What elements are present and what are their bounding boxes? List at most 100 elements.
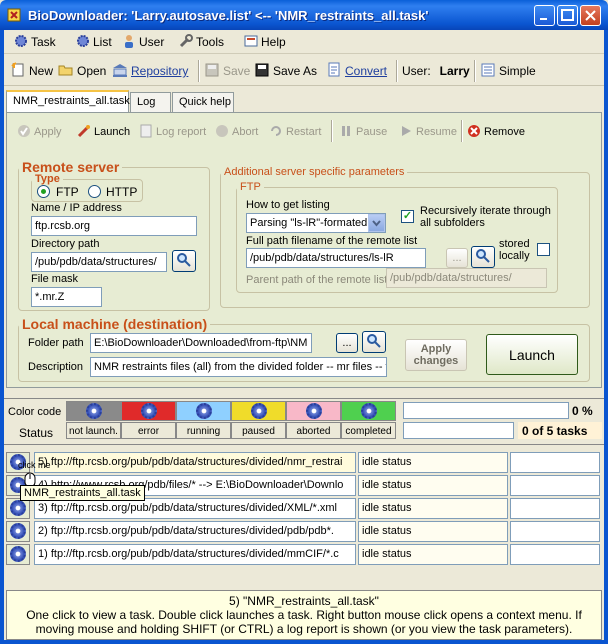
browse-folder-button[interactable]: ... [336, 333, 358, 353]
gear-icon [250, 403, 267, 419]
menu-user[interactable]: User [122, 34, 164, 50]
task-gear-button[interactable] [6, 544, 30, 565]
tab-quick-help[interactable]: Quick help [172, 92, 234, 112]
restart-label: Restart [286, 126, 322, 138]
browse-directory-button[interactable] [172, 250, 196, 272]
abort-label: Abort [232, 126, 259, 138]
description-label: Description [28, 361, 84, 373]
task-status: idle status [358, 521, 508, 542]
local-machine-legend: Local machine (destination) [22, 316, 208, 332]
status-name-label: paused [231, 422, 286, 439]
log-report-button[interactable]: Log report [139, 123, 206, 141]
pause-button[interactable]: Pause [339, 123, 387, 141]
task-row[interactable]: 5) ftp://ftp.rcsb.org/pub/pdb/data/struc… [6, 452, 602, 473]
main-toolbar: New Open Repository Save Save As Convert… [4, 56, 604, 86]
color-code-label: Color code [8, 406, 62, 418]
http-radio-label: HTTP [106, 185, 138, 199]
restart-button[interactable]: Restart [269, 123, 321, 141]
file-mask-label: File mask [31, 273, 79, 285]
name-ip-label: Name / IP address [31, 202, 122, 214]
parent-path-label: Parent path of the remote list [246, 274, 388, 286]
progress-percent: 0 % [572, 404, 593, 418]
task-gear-button[interactable] [6, 498, 30, 519]
task-row[interactable]: 2) ftp://ftp.rcsb.org/pub/pdb/data/struc… [6, 521, 602, 542]
menu-help[interactable]: Help [244, 34, 286, 50]
resume-button[interactable]: Resume [399, 123, 457, 141]
task-title[interactable]: 3) ftp://ftp.rcsb.org/pub/pdb/data/struc… [34, 498, 356, 519]
apply-changes-button[interactable]: Apply changes [405, 339, 467, 371]
search-remote-list-button[interactable] [471, 246, 495, 268]
recursive-label: Recursively iterate through all subfolde… [420, 205, 551, 229]
list-icon [76, 34, 90, 51]
folder-path-input[interactable]: E:\BioDownloader\Downloaded\from-ftp\NM [90, 333, 312, 353]
save-button[interactable]: Save [204, 62, 250, 80]
stored-locally-checkbox[interactable] [537, 243, 550, 256]
help-icon [244, 34, 258, 51]
save-label: Save [223, 64, 251, 78]
task-progress-bar [510, 475, 600, 496]
log-icon [139, 124, 153, 141]
directory-path-input[interactable]: /pub/pdb/data/structures/ [31, 252, 167, 272]
file-mask-input[interactable]: *.mr.Z [31, 287, 102, 307]
color-swatch-completed [341, 401, 396, 421]
close-button[interactable] [580, 5, 601, 26]
launch-toolbar-button[interactable]: Launch [77, 123, 130, 141]
gear-icon [195, 403, 212, 419]
ftp-radio[interactable] [37, 185, 50, 198]
restart-icon [269, 124, 283, 141]
chevron-down-icon[interactable] [368, 214, 385, 232]
task-title[interactable]: 2) ftp://ftp.rcsb.org/pub/pdb/data/struc… [34, 521, 356, 542]
remove-button[interactable]: Remove [467, 123, 525, 141]
browse-remote-list-button[interactable]: ... [446, 248, 468, 268]
gear-icon [10, 500, 26, 516]
type-legend: Type [35, 173, 60, 185]
tasks-progress-bar [403, 422, 514, 439]
menu-task-label: Task [31, 35, 56, 49]
menu-tools[interactable]: Tools [179, 33, 224, 50]
listing-method-select[interactable]: Parsing "ls-lR"-formated [246, 213, 386, 233]
http-radio[interactable] [88, 185, 101, 198]
abort-button[interactable]: Abort [215, 123, 258, 141]
toolbar-separator [198, 60, 200, 82]
title-bar[interactable]: BioDownloader: 'Larry.autosave.list' <--… [0, 0, 608, 30]
task-status: idle status [358, 475, 508, 496]
task-title[interactable]: 1) ftp://ftp.rcsb.org/pub/pdb/data/struc… [34, 544, 356, 565]
open-folder-button[interactable] [362, 331, 386, 353]
task-icon [14, 34, 28, 51]
save-as-button[interactable]: Save As [254, 62, 317, 80]
menu-task[interactable]: Task [14, 34, 56, 50]
status-name-label: completed [341, 422, 396, 439]
task-row[interactable]: 1) ftp://ftp.rcsb.org/pub/pdb/data/struc… [6, 544, 602, 565]
tab-log-label: Log [137, 96, 156, 108]
description-input[interactable]: NMR restraints files (all) from the divi… [90, 357, 387, 377]
color-swatch-aborted [286, 401, 341, 421]
task-gear-button[interactable] [6, 521, 30, 542]
toolbar-separator [331, 120, 333, 142]
task-row[interactable]: 3) ftp://ftp.rcsb.org/pub/pdb/data/struc… [6, 498, 602, 519]
open-button[interactable]: Open [58, 62, 106, 80]
minimize-button[interactable] [534, 5, 555, 26]
launch-button[interactable]: Launch [486, 334, 578, 375]
rocket-icon [77, 124, 91, 141]
name-ip-input[interactable]: ftp.rcsb.org [31, 216, 197, 236]
user-label: User: [402, 64, 431, 78]
status-name-label: not launch. [66, 422, 121, 439]
tab-task[interactable]: NMR_restraints_all.task [6, 90, 130, 113]
tab-log[interactable]: Log [130, 92, 171, 112]
apply-label: Apply [34, 126, 62, 138]
tab-quick-help-label: Quick help [179, 96, 231, 108]
maximize-button[interactable] [557, 5, 578, 26]
repository-button[interactable]: Repository [112, 62, 188, 80]
recursive-checkbox[interactable]: ✓ [401, 210, 414, 223]
menu-list[interactable]: List [76, 34, 112, 50]
apply-button[interactable]: Apply [17, 123, 62, 141]
full-path-input[interactable]: /pub/pdb/data/structures/ls-lR [246, 248, 426, 268]
simple-button[interactable]: Simple [480, 62, 536, 80]
convert-button[interactable]: Convert [326, 62, 387, 80]
dots-label: ... [452, 252, 462, 264]
new-button[interactable]: New [10, 61, 54, 80]
task-title[interactable]: 5) ftp://ftp.rcsb.org/pub/pdb/data/struc… [34, 452, 356, 473]
ftp-radio-label: FTP [56, 185, 79, 199]
new-label: New [29, 64, 54, 78]
magnifier-icon [176, 252, 192, 271]
